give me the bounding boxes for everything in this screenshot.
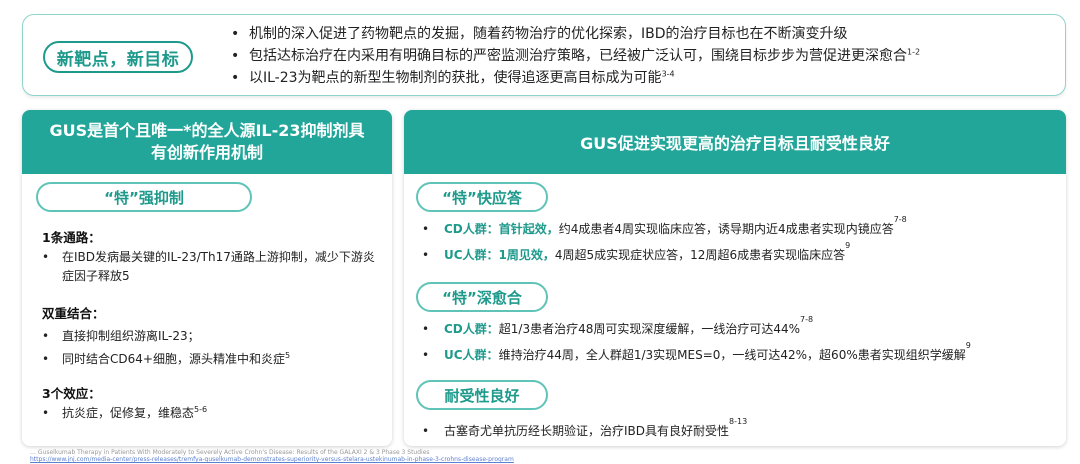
effects-section: 3个效应： • 抗炎症，促修复，维稳态5-6 <box>42 384 382 423</box>
uc-deep-healing-row: • UC人群： 维持治疗44周，全人群超1/3实现MES=0，一线可达42%，超60… <box>422 341 971 363</box>
pathway-section: 1条通路： • 在IBD发病最关键的IL-23/Th17通路上游抑制，减少下游炎症… <box>42 228 382 286</box>
tolerability-pill: 耐受性良好 <box>416 380 548 410</box>
mechanism-card: GUS是首个且唯一*的全人源IL-23抑制剂具有创新作用机制 “特”强抑制 1条… <box>22 110 392 446</box>
uc-fast-response-row: • UC人群：1周见效， 4周超5成实现症状应答，12周超6成患者实现临床应答 9 <box>422 241 851 263</box>
bullet-item: • 在IBD发病最关键的IL-23/Th17通路上游抑制，减少下游炎症因子释放5 <box>42 250 375 283</box>
top-bullet: • 机制的深入促进了药物靶点的发掘，随着药物治疗的优化探索，IBD的治疗目标也在不… <box>231 26 848 42</box>
treatment-goal-card-title: GUS促进实现更高的治疗目标且耐受性良好 <box>404 110 1066 174</box>
treatment-goal-card: GUS促进实现更高的治疗目标且耐受性良好 “特”快应答 • CD人群：首针起效，约… <box>404 110 1066 446</box>
new-target-pill: 新靶点，新目标 <box>43 41 193 73</box>
fast-response-pill: “特”快应答 <box>416 182 548 212</box>
footnote-link[interactable]: https://www.jnj.com/media-center/press-r… <box>30 456 514 463</box>
top-bullet: • 以IL-23为靶点的新型生物制剂的获批，使得追逐更高目标成为可能3-4 <box>231 69 675 86</box>
section-title: 1条通路： <box>42 230 101 245</box>
tolerability-row: • 古塞奇尤单抗历经长期验证，治疗IBD具有良好耐受性 8-13 <box>422 417 748 439</box>
top-bullet: • 包括达标治疗在内采用有明确目标的严密监测治疗策略，已经被广泛认可，围绕目标步步… <box>231 47 921 64</box>
cd-fast-response-row: • CD人群：首针起效， 约4成患者4周实现临床应答，诱导期内近4成患者实现内镜应答… <box>422 215 907 237</box>
strong-inhibition-pill: “特”强抑制 <box>36 182 252 212</box>
bullet-item: • 抗炎症，促修复，维稳态5-6 <box>42 405 208 421</box>
bullet-item: • 直接抑制组织游离IL-23； <box>42 329 200 343</box>
top-bullet-list: • 机制的深入促进了药物靶点的发掘，随着药物治疗的优化探索，IBD的治疗目标也在不… <box>231 23 920 89</box>
bullet-item: • 同时结合CD64+细胞，源头精准中和炎症5 <box>42 351 291 367</box>
footnote-reference: … Guselkumab Therapy in Patients With Mo… <box>30 449 430 456</box>
top-banner: 新靶点，新目标 • 机制的深入促进了药物靶点的发掘，随着药物治疗的优化探索，IBD… <box>22 14 1066 96</box>
section-title: 双重结合： <box>42 306 105 321</box>
deep-healing-pill: “特”深愈合 <box>416 282 548 312</box>
section-title: 3个效应： <box>42 386 101 401</box>
cd-deep-healing-row: • CD人群： 超1/3患者治疗48周可实现深度缓解，一线治疗可达44% 7-8 <box>422 315 814 337</box>
dual-binding-section: 双重结合： • 直接抑制组织游离IL-23； • 同时结合CD64+细胞，源头精准中… <box>42 304 382 369</box>
mechanism-card-title: GUS是首个且唯一*的全人源IL-23抑制剂具有创新作用机制 <box>22 110 392 174</box>
